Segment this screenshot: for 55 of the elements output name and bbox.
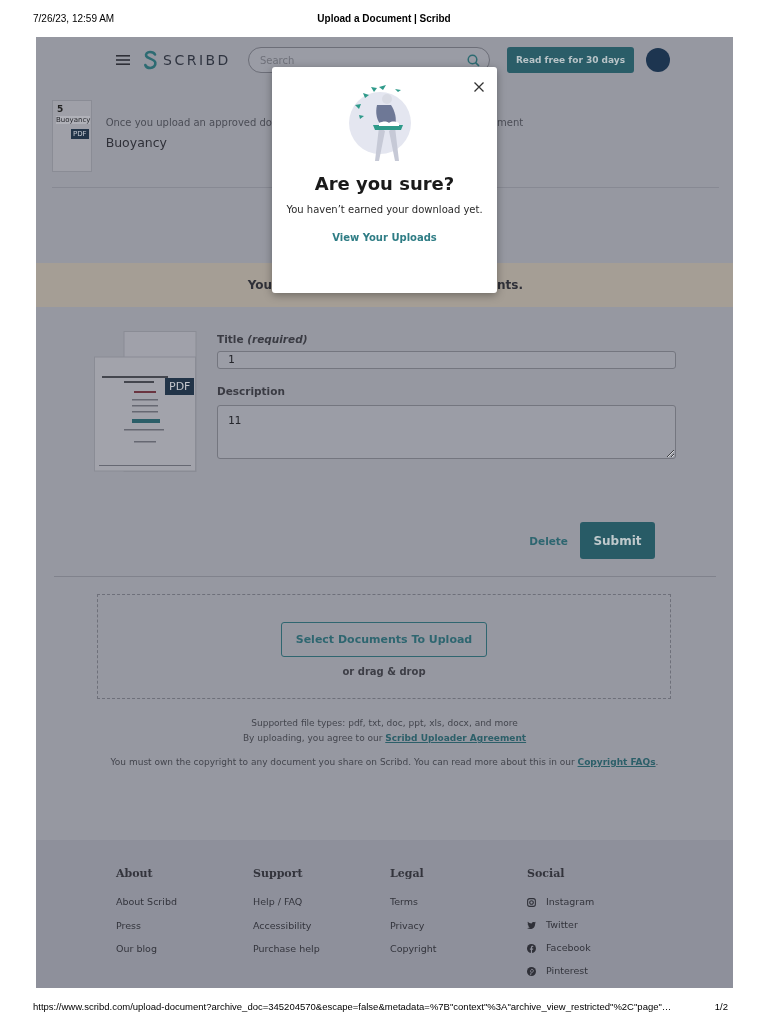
field-label: Title (required): [217, 333, 309, 345]
footer-link[interactable]: Help / FAQ: [253, 896, 303, 907]
footer-heading: Legal: [390, 867, 425, 882]
agreement-text: By uploading, you agree to our Scribd Uploader Agreement: [242, 732, 527, 745]
page-number: 1/2: [714, 1000, 728, 1012]
page-title: Upload a Document | Scribd: [317, 13, 451, 24]
footer-link[interactable]: Pinterest: [546, 964, 588, 976]
search-icon[interactable]: [466, 54, 480, 67]
round-logo-icon: [527, 943, 536, 953]
footer-link[interactable]: Instagram: [546, 895, 595, 907]
read-free-button[interactable]: Read free for 30 days: [506, 47, 635, 73]
copyright-text: You must own the copyright to any document you share on Scribd. You can read more about this in our Copyright FAQs.: [110, 756, 659, 769]
round-logo-icon: [527, 966, 536, 976]
print-date: 7/26/23, 12:59 AM: [33, 13, 115, 24]
upload-notice: Once you upload an approved do: [105, 117, 272, 128]
view-uploads-link[interactable]: View Your Uploads: [332, 232, 437, 243]
drop-zone[interactable]: Select Documents To Upload or drag & drop: [97, 594, 671, 699]
thumbnail-number: 5: [57, 104, 64, 114]
pdf-badge: PDF: [165, 378, 195, 395]
footer-link[interactable]: Privacy: [390, 919, 425, 931]
copyright-link[interactable]: Copyright FAQs: [577, 757, 656, 767]
agreement-link[interactable]: Scribd Uploader Agreement: [385, 733, 527, 743]
close-icon[interactable]: [473, 81, 485, 93]
description-field[interactable]: 11: [217, 405, 676, 460]
footer-heading: Support: [253, 867, 304, 882]
field-label: Description: [217, 385, 286, 397]
select-documents-button[interactable]: Select Documents To Upload: [280, 622, 488, 657]
footer-heading: About: [116, 867, 154, 882]
dialog-title: Are you sure?: [314, 173, 455, 194]
submit-button[interactable]: Submit: [580, 522, 655, 559]
dialog-message: You haven’t earned your download yet.: [286, 204, 483, 215]
bird-icon: [527, 920, 536, 930]
camera-icon: [527, 897, 536, 907]
drag-drop-hint: or drag & drop: [342, 666, 426, 677]
footer-link[interactable]: Our blog: [116, 943, 157, 954]
banner-text: You: [247, 278, 272, 292]
menu-icon[interactable]: [116, 54, 130, 66]
delete-link[interactable]: Delete: [529, 534, 568, 547]
document-title: Buoyancy: [105, 135, 169, 150]
banner-text: nts.: [497, 278, 523, 292]
footer-link[interactable]: Copyright: [390, 943, 437, 954]
file-types-text: Supported file types: pdf, txt, doc, ppt, xls, docx, and more: [251, 717, 518, 730]
title-field[interactable]: 1: [217, 351, 676, 369]
footer-link[interactable]: Accessibility: [253, 919, 312, 931]
footer-heading: Social: [527, 867, 566, 882]
footer-link[interactable]: Terms: [390, 896, 418, 907]
avatar[interactable]: [646, 48, 671, 72]
footer-link[interactable]: Twitter: [546, 918, 578, 930]
upload-notice: ment: [497, 116, 525, 128]
logo-text[interactable]: SCRIBD: [163, 52, 231, 68]
page-url: https://www.scribd.com/upload-document?archive_doc=345204570&escape=false&metadata=%7B"context"%3A"archive_view_restricted"%2C"page"…: [33, 1000, 672, 1012]
footer-link[interactable]: Facebook: [546, 941, 591, 953]
footer-link[interactable]: About Scribd: [116, 896, 177, 907]
footer-link[interactable]: Press: [116, 919, 141, 931]
footer-link[interactable]: Purchase help: [253, 943, 320, 954]
